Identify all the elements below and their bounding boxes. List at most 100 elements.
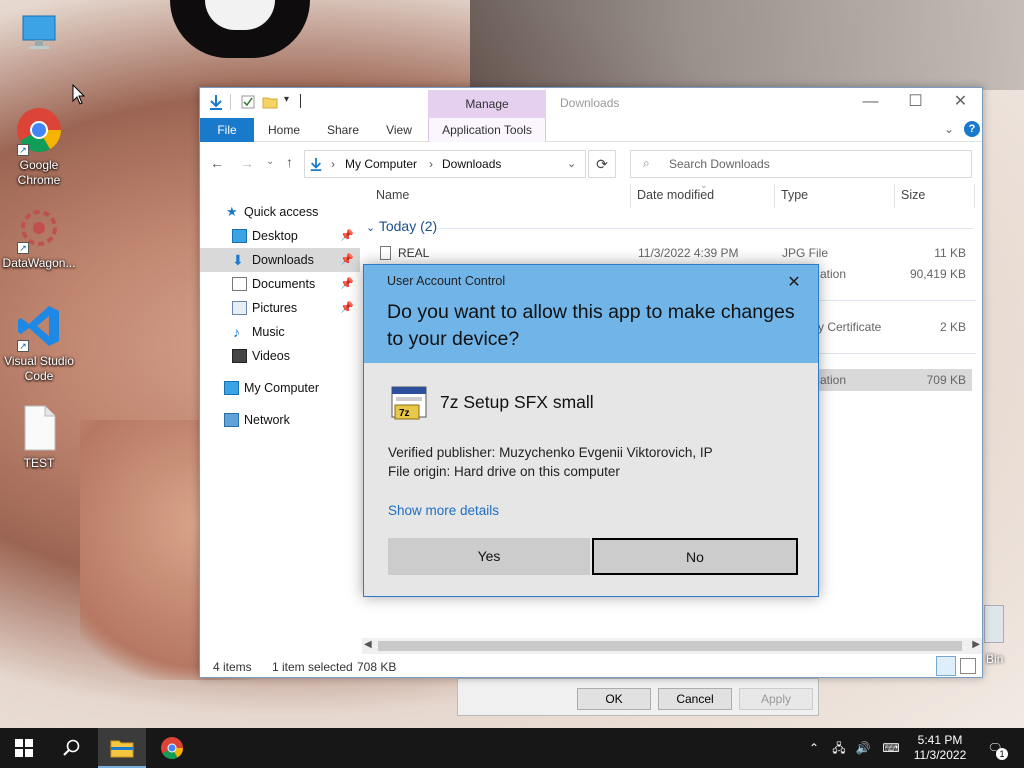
column-header-name[interactable]: Name [376, 188, 409, 202]
nav-item-network[interactable]: Network [200, 408, 360, 432]
maximize-button[interactable]: ☐ [893, 88, 938, 118]
column-header-type[interactable]: Type [781, 188, 808, 202]
tab-home[interactable]: Home [258, 118, 310, 142]
forward-icon[interactable]: → [240, 155, 254, 171]
search-button[interactable] [48, 728, 96, 768]
scroll-left-icon[interactable]: ◀ [364, 639, 372, 650]
status-item-count: 4 items [213, 660, 252, 674]
tab-file[interactable]: File [200, 118, 254, 142]
nav-item-videos[interactable]: Videos [200, 344, 360, 368]
details-view-icon[interactable] [936, 656, 956, 676]
text-file-icon [15, 404, 63, 452]
keyboard-icon[interactable]: ⌨ [878, 728, 904, 768]
taskbar-google-chrome[interactable] [148, 728, 196, 768]
tab-view[interactable]: View [376, 118, 422, 142]
cancel-button[interactable]: Cancel [658, 688, 732, 710]
file-size: 11 KB [934, 246, 966, 260]
group-header[interactable]: ⌄ Today (2) [366, 218, 437, 234]
desktop-icon-visual-studio-code[interactable]: ↗ Visual Studio Code [2, 302, 76, 384]
volume-icon[interactable]: 🔊 [852, 728, 874, 768]
column-separator[interactable] [630, 184, 631, 208]
uac-close-button[interactable]: ✕ [784, 272, 804, 292]
properties-check-icon[interactable] [240, 94, 256, 110]
window-title: Downloads [560, 96, 620, 110]
column-separator[interactable] [894, 184, 895, 208]
nav-label: Music [252, 325, 285, 339]
divider [300, 94, 301, 108]
mouse-cursor-icon [72, 84, 86, 105]
search-icon [63, 739, 80, 756]
nav-label: Documents [252, 277, 316, 291]
large-icons-view-icon[interactable] [960, 658, 976, 674]
taskbar-file-explorer[interactable] [98, 728, 146, 768]
file-size: 2 KB [939, 320, 966, 334]
quick-access-toolbar-dropdown-icon[interactable]: ▾ [284, 94, 289, 105]
scroll-right-icon[interactable]: ▶ [972, 639, 980, 650]
column-separator[interactable] [974, 184, 975, 208]
file-size: 90,419 KB [909, 267, 966, 281]
pictures-icon [232, 301, 247, 315]
minimize-button[interactable]: — [848, 88, 893, 118]
breadcrumb-current[interactable]: Downloads [442, 157, 501, 171]
scroll-thumb[interactable] [378, 641, 962, 651]
desktop-icon-google-chrome[interactable]: ↗ Google Chrome [2, 106, 76, 188]
column-separator[interactable] [774, 184, 775, 208]
expand-ribbon-icon[interactable]: ⌄ [944, 122, 954, 136]
no-button[interactable]: No [592, 538, 798, 575]
file-name: REAL [398, 246, 430, 260]
download-arrow-icon[interactable] [208, 94, 224, 110]
address-bar[interactable]: › My Computer › Downloads ⌄ [304, 150, 586, 178]
search-input[interactable]: ⌕ Search Downloads [630, 150, 972, 178]
start-button[interactable] [0, 728, 48, 768]
ok-button[interactable]: OK [577, 688, 651, 710]
apply-button[interactable]: Apply [739, 688, 813, 710]
yes-button[interactable]: Yes [388, 538, 590, 575]
nav-item-quick-access[interactable]: ★ Quick access [200, 200, 360, 224]
nav-item-music[interactable]: ♪ Music [200, 320, 360, 344]
pin-icon: 📌 [340, 278, 354, 290]
breadcrumb-root[interactable]: My Computer [345, 157, 417, 171]
group-divider [438, 228, 974, 229]
clock[interactable]: 5:41 PM 11/3/2022 [908, 728, 972, 768]
horizontal-scrollbar[interactable]: ◀ ▶ [362, 638, 982, 654]
notification-center-button[interactable]: 🗨 1 [980, 728, 1010, 768]
pin-icon: 📌 [340, 230, 354, 242]
desktop-icon-label: DataWagon... [2, 256, 76, 270]
up-icon[interactable]: ↑ [286, 154, 293, 170]
back-icon[interactable]: ← [210, 155, 224, 171]
file-date: 11/3/2022 4:39 PM [638, 246, 739, 260]
desktop-icon-this-pc[interactable] [2, 10, 76, 62]
close-button[interactable]: ✕ [938, 88, 983, 118]
nav-label: Videos [252, 349, 290, 363]
tab-application-tools[interactable]: Application Tools [428, 118, 546, 142]
new-folder-icon[interactable] [262, 94, 278, 110]
user-account-control-dialog: User Account Control ✕ Do you want to al… [363, 264, 819, 597]
help-icon[interactable]: ? [964, 121, 980, 137]
nav-item-desktop[interactable]: Desktop 📌 [200, 224, 360, 248]
show-hidden-icons-chevron-up-icon[interactable]: ⌃ [804, 728, 824, 768]
address-row: ← → ⌄ ↑ › My Computer › Downloads ⌄ ⟳ ⌕ … [200, 146, 982, 180]
nav-item-pictures[interactable]: Pictures 📌 [200, 296, 360, 320]
tab-manage[interactable]: Manage [428, 90, 546, 118]
nav-item-my-computer[interactable]: My Computer [200, 376, 360, 400]
recycle-bin-icon[interactable] [984, 605, 1004, 643]
windows-logo-icon [15, 739, 33, 757]
recent-locations-icon[interactable]: ⌄ [266, 156, 274, 167]
chevron-right-icon: › [331, 157, 335, 171]
show-more-details-link[interactable]: Show more details [388, 503, 499, 518]
desktop-icon-datawagon[interactable]: ↗ DataWagon... [2, 204, 76, 271]
file-row[interactable]: REAL 11/3/2022 4:39 PM JPG File 11 KB [368, 242, 972, 264]
address-dropdown-icon[interactable]: ⌄ [567, 157, 576, 170]
nav-item-documents[interactable]: Documents 📌 [200, 272, 360, 296]
search-placeholder: Search Downloads [669, 157, 770, 171]
network-status-icon[interactable]: 🖧 [828, 728, 850, 768]
nav-item-downloads[interactable]: ⬇ Downloads 📌 [200, 248, 360, 272]
shortcut-arrow-icon: ↗ [17, 144, 29, 156]
uac-publisher: Verified publisher: Muzychenko Evgenii V… [388, 445, 713, 460]
divider [230, 94, 231, 110]
refresh-button[interactable]: ⟳ [588, 150, 616, 178]
desktop-icon-test[interactable]: TEST [2, 404, 76, 471]
column-header-date-modified[interactable]: Date modified [637, 188, 714, 202]
tab-share[interactable]: Share [318, 118, 368, 142]
column-header-size[interactable]: Size [901, 188, 925, 202]
